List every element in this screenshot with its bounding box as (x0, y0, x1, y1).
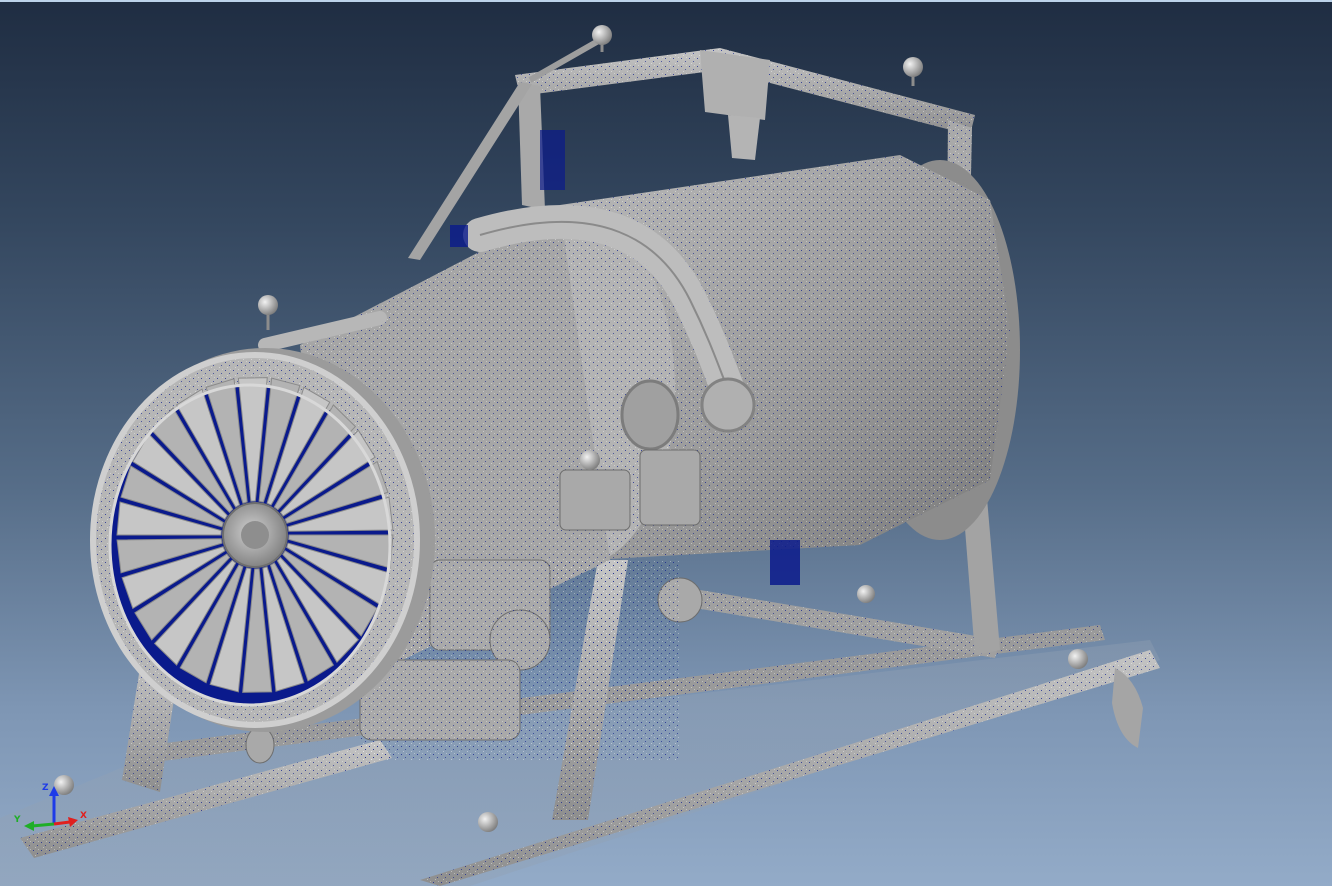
engine-fan-intake (90, 348, 435, 732)
y-axis-arrow (24, 821, 55, 831)
x-axis-arrow (53, 817, 78, 827)
scanned-engine-model[interactable] (0, 0, 1332, 886)
z-axis-label: Z (42, 783, 49, 793)
3d-viewport[interactable]: Z Y X (0, 0, 1332, 886)
x-axis-label: X (80, 811, 87, 821)
axis-triad: Z Y X (13, 783, 87, 831)
y-axis-label: Y (13, 815, 21, 825)
z-axis-arrow (49, 786, 59, 824)
